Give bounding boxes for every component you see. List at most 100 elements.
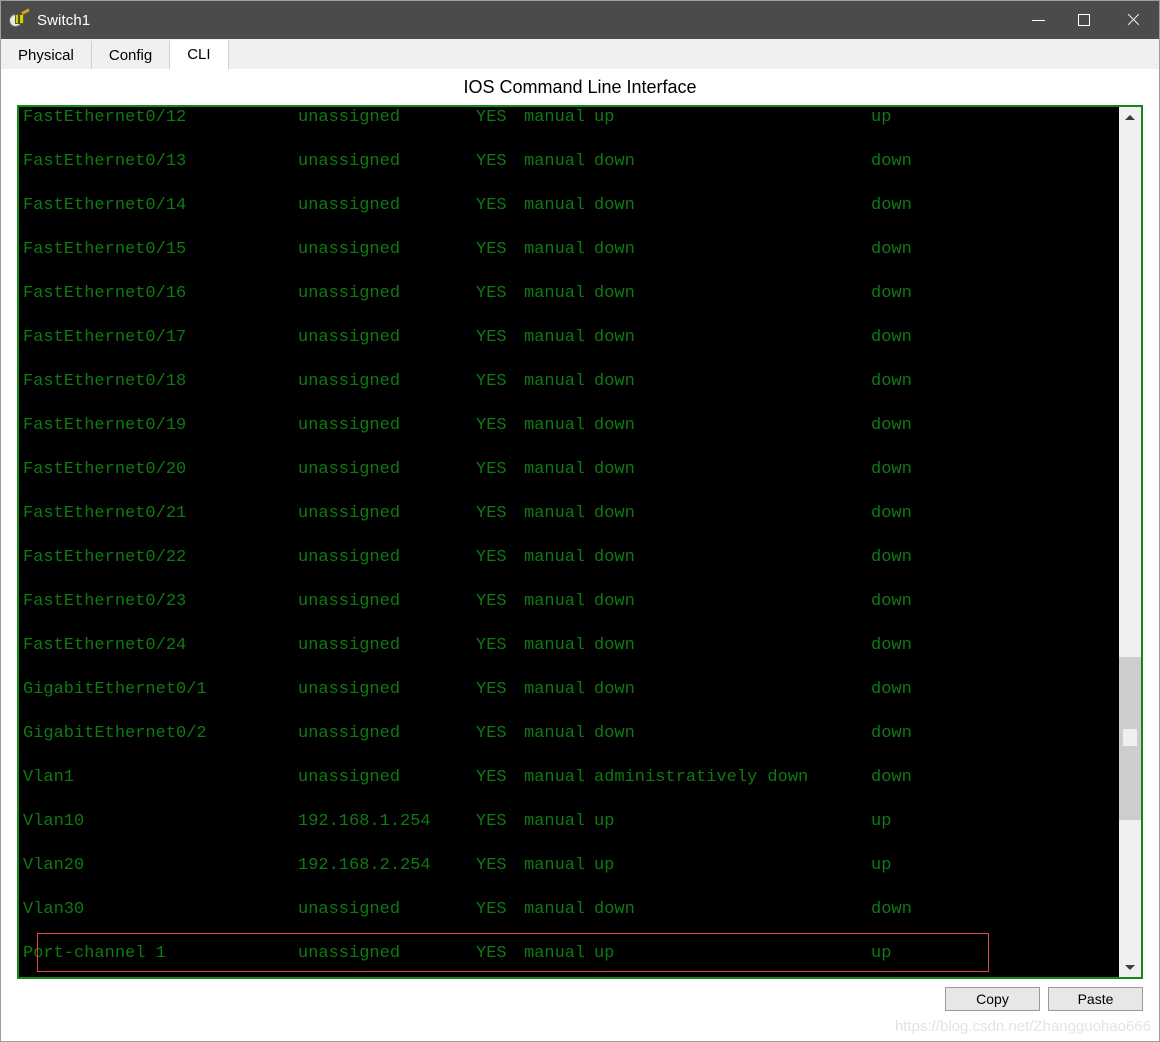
terminal-cell: down <box>594 460 635 479</box>
terminal-cell: unassigned <box>298 724 401 743</box>
terminal-cell: down <box>594 328 635 347</box>
terminal-cell: YES <box>476 196 507 215</box>
paste-button-label: Paste <box>1077 991 1114 1007</box>
terminal-cell: down <box>871 636 912 655</box>
terminal-cell: unassigned <box>298 152 401 171</box>
tab-physical[interactable]: Physical <box>1 41 92 69</box>
terminal-cell: down <box>871 416 912 435</box>
minimize-button[interactable] <box>1015 1 1061 39</box>
terminal-cell: down <box>871 152 912 171</box>
terminal-cell: FastEthernet0/23 <box>23 592 187 611</box>
terminal-output[interactable]: FastEthernet0/12 unassigned YES manual up up F… <box>19 107 1119 977</box>
terminal-cell: down <box>871 548 912 567</box>
terminal-cell: YES <box>476 504 507 523</box>
close-button[interactable] <box>1107 1 1159 39</box>
terminal-prompt-line: SW1#show vlan <box>23 976 1113 977</box>
scroll-down-button[interactable] <box>1119 957 1141 977</box>
terminal-row: FastEthernet0/16 unassigned YES manual down d… <box>23 272 1113 316</box>
terminal-cell: FastEthernet0/12 <box>23 108 187 127</box>
terminal-cell: manual <box>524 460 586 479</box>
terminal-cell: unassigned <box>298 196 401 215</box>
window-controls <box>1015 1 1159 39</box>
terminal-row: FastEthernet0/22 unassigned YES manual down d… <box>23 536 1113 580</box>
terminal-cell: manual <box>524 548 586 567</box>
terminal-cell: YES <box>476 152 507 171</box>
terminal-cell: YES <box>476 548 507 567</box>
terminal-cell: manual <box>524 856 586 875</box>
terminal-cell: down <box>594 284 635 303</box>
terminal-cell: down <box>594 152 635 171</box>
tab-config[interactable]: Config <box>91 41 171 69</box>
tab-config-label: Config <box>108 46 153 64</box>
terminal-cell: FastEthernet0/22 <box>23 548 187 567</box>
terminal-cell: Port-channel 1 <box>23 944 166 963</box>
terminal-cell: down <box>594 724 635 743</box>
terminal-cell: manual <box>524 196 586 215</box>
terminal-cell: down <box>871 504 912 523</box>
terminal-cell: unassigned <box>298 680 401 699</box>
terminal-cell: unassigned <box>298 416 401 435</box>
terminal-cell: YES <box>476 460 507 479</box>
terminal-cell: unassigned <box>298 372 401 391</box>
terminal-cell: down <box>594 372 635 391</box>
bottom-bar: Copy Paste https://blog.csdn.net/Zhanggu… <box>1 979 1159 1041</box>
terminal-cell: YES <box>476 416 507 435</box>
terminal-cell: down <box>871 592 912 611</box>
terminal-cell: FastEthernet0/14 <box>23 196 187 215</box>
terminal-cell: FastEthernet0/20 <box>23 460 187 479</box>
scrollbar-thumb[interactable] <box>1119 657 1141 820</box>
terminal-cell: YES <box>476 900 507 919</box>
scrollbar-track[interactable] <box>1119 127 1141 957</box>
terminal-cell: manual <box>524 152 586 171</box>
terminal-cell: up <box>871 812 892 831</box>
terminal-cell: YES <box>476 680 507 699</box>
maximize-button[interactable] <box>1061 1 1107 39</box>
terminal-row: FastEthernet0/20 unassigned YES manual down d… <box>23 448 1113 492</box>
tab-cli-label: CLI <box>187 46 211 63</box>
terminal-cell: down <box>594 900 635 919</box>
terminal-cell: manual <box>524 504 586 523</box>
cli-window: Switch1 Physical Config CLI IOS Command … <box>0 0 1160 1042</box>
terminal-cell: unassigned <box>298 592 401 611</box>
tab-cli[interactable]: CLI <box>170 40 229 69</box>
maximize-icon <box>1078 14 1090 26</box>
terminal-panel: FastEthernet0/12 unassigned YES manual up up F… <box>17 105 1143 979</box>
terminal-row: FastEthernet0/18 unassigned YES manual down d… <box>23 360 1113 404</box>
terminal-cell: unassigned <box>298 504 401 523</box>
terminal-cell: YES <box>476 636 507 655</box>
copy-button-label: Copy <box>976 991 1009 1007</box>
terminal-row: Port-channel 1 unassigned YES manual up up <box>23 932 1113 976</box>
cli-header-title: IOS Command Line Interface <box>463 77 697 97</box>
copy-button[interactable]: Copy <box>945 987 1040 1011</box>
terminal-row: FastEthernet0/13 unassigned YES manual down d… <box>23 140 1113 184</box>
terminal-cell: manual <box>524 284 586 303</box>
minimize-icon <box>1031 19 1045 21</box>
terminal-cell: FastEthernet0/13 <box>23 152 187 171</box>
chevron-up-icon <box>1125 114 1135 120</box>
terminal-cell: down <box>594 240 635 259</box>
terminal-cell: YES <box>476 944 507 963</box>
terminal-cell: FastEthernet0/18 <box>23 372 187 391</box>
terminal-row: Vlan1 unassigned YES manual administratively… <box>23 756 1113 800</box>
terminal-cell: manual <box>524 328 586 347</box>
terminal-cell: down <box>871 328 912 347</box>
paste-button[interactable]: Paste <box>1048 987 1143 1011</box>
terminal-cell: manual <box>524 416 586 435</box>
terminal-cell: unassigned <box>298 768 401 787</box>
terminal-cell: down <box>594 680 635 699</box>
action-buttons: Copy Paste <box>945 987 1143 1011</box>
terminal-cell: up <box>871 856 892 875</box>
terminal-scrollbar[interactable] <box>1119 107 1141 977</box>
terminal-cell: down <box>594 636 635 655</box>
terminal-cell: FastEthernet0/19 <box>23 416 187 435</box>
terminal-cell: YES <box>476 240 507 259</box>
terminal-cell: up <box>594 108 615 127</box>
terminal-cell: down <box>871 680 912 699</box>
scroll-up-button[interactable] <box>1119 107 1141 127</box>
terminal-cell: down <box>594 416 635 435</box>
terminal-cell: YES <box>476 768 507 787</box>
terminal-cell: administratively down <box>594 768 809 787</box>
watermark: https://blog.csdn.net/Zhangguohao666 <box>894 1018 1151 1035</box>
tab-physical-label: Physical <box>18 46 74 64</box>
terminal-row: GigabitEthernet0/2 unassigned YES manual dow… <box>23 712 1113 756</box>
